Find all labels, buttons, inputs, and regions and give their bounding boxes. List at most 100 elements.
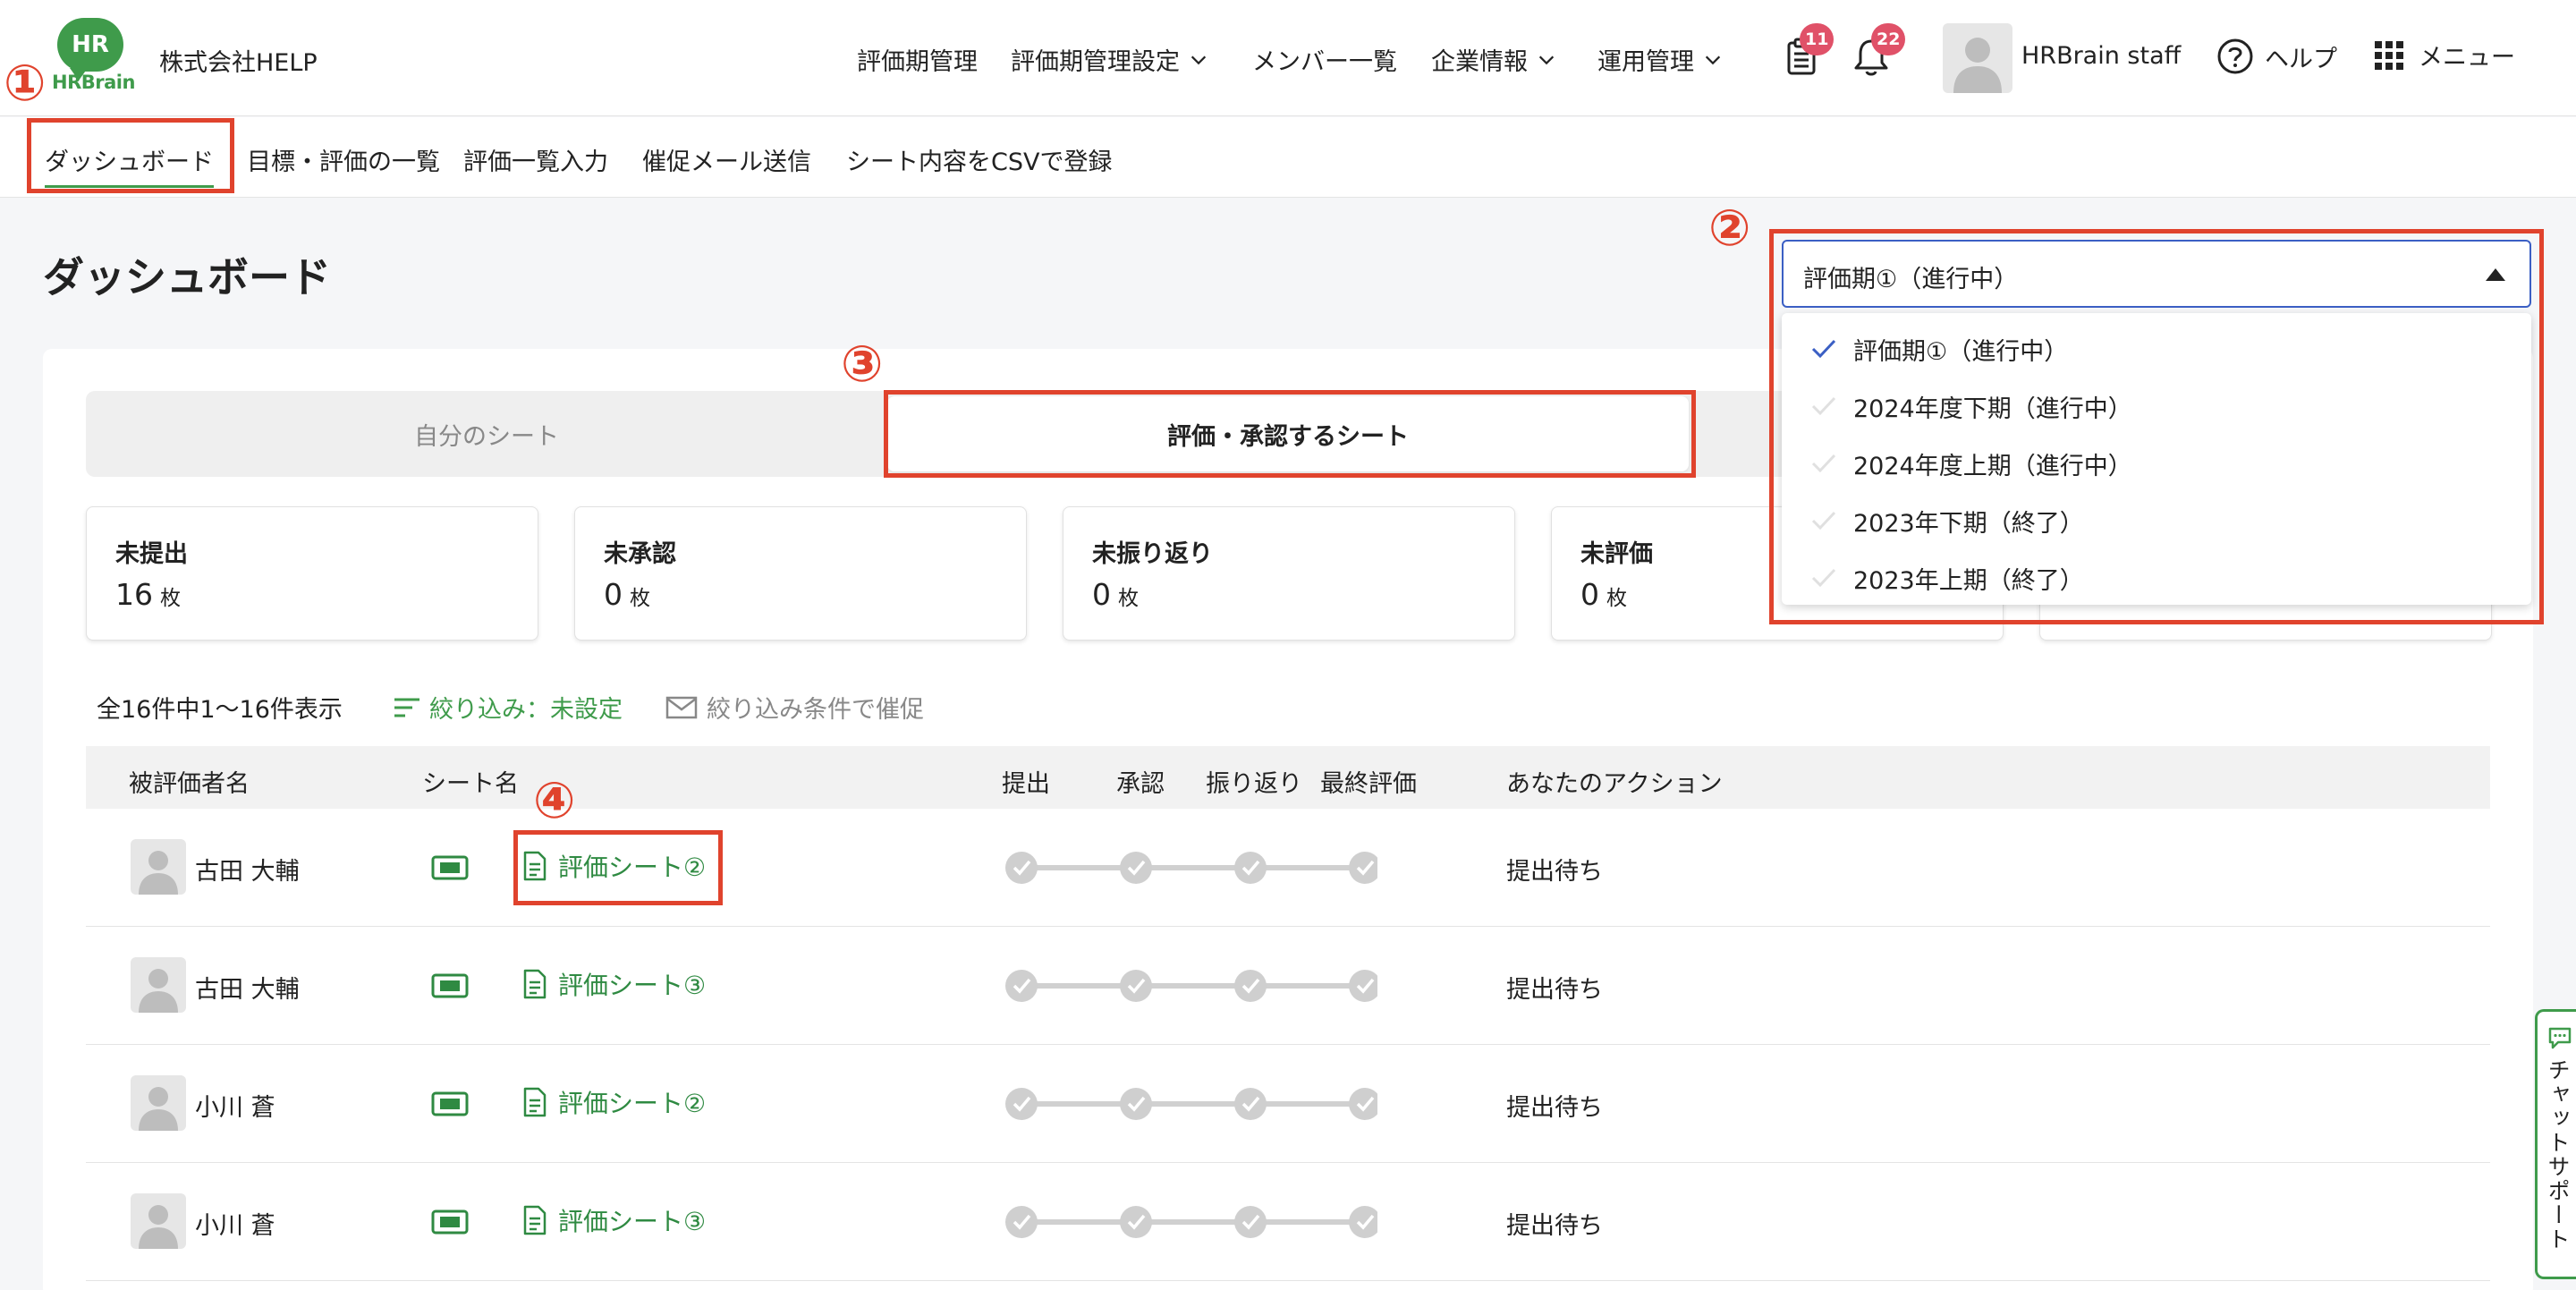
annotation-number-2: ② xyxy=(1708,199,1751,258)
stat-card-unsubmitted[interactable]: 未提出 16 枚 xyxy=(86,506,538,641)
step-check-icon xyxy=(1234,1206,1267,1238)
step-check-icon xyxy=(1005,1088,1038,1120)
your-action: 提出待ち xyxy=(1506,1212,1603,1240)
stat-unit: 枚 xyxy=(1606,587,1627,610)
grid-menu-icon xyxy=(2375,40,2403,70)
sheet-link[interactable]: 評価シート③ xyxy=(522,966,706,1002)
step-check-icon xyxy=(1120,1088,1152,1120)
annotation-number-1: ① xyxy=(4,55,47,113)
sheet-link[interactable]: 評価シート② xyxy=(522,1084,706,1120)
nav-label: メンバー一覧 xyxy=(1252,48,1397,76)
th-your-action: あなたのアクション xyxy=(1506,770,1723,798)
step-check-icon xyxy=(1120,970,1152,1002)
avatar xyxy=(131,1193,186,1249)
remind-label: 絞り込み条件で催促 xyxy=(707,696,924,724)
sheet-status-icon xyxy=(431,855,469,880)
chevron-down-icon xyxy=(1705,55,1721,64)
step-check-icon xyxy=(1234,1088,1267,1120)
sub-navigation: ダッシュボード 目標・評価の一覧 評価一覧入力 催促メール送信 シート内容をCS… xyxy=(0,117,2576,198)
company-name: 株式会社HELP xyxy=(159,49,318,77)
nav-evaluation-settings[interactable]: 評価期管理設定 xyxy=(1011,42,1208,77)
table-row[interactable]: 古田 大輔 評価シート③ 提出待ち xyxy=(86,927,2490,1045)
remind-filtered-button[interactable]: 絞り込み条件で催促 xyxy=(665,690,924,725)
nav-label: 評価期管理 xyxy=(857,48,978,76)
stat-card-unapproved[interactable]: 未承認 0枚 xyxy=(574,506,1027,641)
sheet-name: 評価シート③ xyxy=(558,971,707,1000)
stat-count: 0 xyxy=(604,577,623,612)
evaluatee-name: 小川 蒼 xyxy=(195,1212,275,1240)
step-check-icon xyxy=(1234,970,1267,1002)
step-check-icon xyxy=(1349,1206,1377,1238)
nav-company-info[interactable]: 企業情報 xyxy=(1431,42,1556,77)
nav-label: 運用管理 xyxy=(1597,48,1694,76)
sheet-name: 評価シート② xyxy=(558,1089,707,1118)
th-evaluatee: 被評価者名 xyxy=(129,770,250,798)
sheet-name: 評価シート③ xyxy=(558,1207,707,1236)
your-action: 提出待ち xyxy=(1506,858,1603,886)
stat-count: 0 xyxy=(1580,577,1599,612)
chevron-down-icon xyxy=(1538,55,1555,64)
notification-count-badge: 22 xyxy=(1871,23,1906,55)
step-check-icon xyxy=(1120,1206,1152,1238)
chat-support-label: チャットサポート xyxy=(2545,1058,2571,1252)
menu-button[interactable]: メニュー xyxy=(2374,38,2515,72)
user-avatar[interactable] xyxy=(1943,23,2012,93)
subnav-evaluation-input[interactable]: 評価一覧入力 xyxy=(463,142,608,177)
chevron-down-icon xyxy=(1191,55,1207,64)
step-check-icon xyxy=(1349,970,1377,1002)
subnav-goal-evaluation-list[interactable]: 目標・評価の一覧 xyxy=(247,142,440,177)
nav-evaluation-period[interactable]: 評価期管理 xyxy=(857,42,978,77)
subnav-csv-import[interactable]: シート内容をCSVで登録 xyxy=(846,142,1112,177)
sheet-link[interactable]: 評価シート③ xyxy=(522,1202,706,1238)
document-icon xyxy=(523,969,547,999)
subnav-reminder-email[interactable]: 催促メール送信 xyxy=(642,142,811,177)
progress-steps xyxy=(1005,1088,1377,1120)
avatar xyxy=(131,839,186,895)
stat-card-unreviewed[interactable]: 未振り返り 0枚 xyxy=(1063,506,1515,641)
annotation-box-4 xyxy=(513,830,723,905)
document-icon xyxy=(523,1205,547,1235)
stat-unit: 枚 xyxy=(1118,587,1139,610)
annotation-number-3: ③ xyxy=(841,335,884,394)
mail-icon xyxy=(665,696,698,718)
user-name[interactable]: HRBrain staff xyxy=(2021,42,2181,70)
your-action: 提出待ち xyxy=(1506,1094,1603,1122)
filter-button[interactable]: 絞り込み：未設定 xyxy=(394,690,623,725)
table-row[interactable]: 小川 蒼 評価シート③ 提出待ち xyxy=(86,1163,2490,1281)
avatar xyxy=(131,957,186,1013)
hrbrain-logo[interactable]: HR HRBrain xyxy=(52,18,135,97)
step-check-icon xyxy=(1120,852,1152,884)
nav-member-list[interactable]: メンバー一覧 xyxy=(1252,42,1397,77)
help-label: ヘルプ xyxy=(2265,45,2337,73)
person-silhouette-icon xyxy=(139,1087,178,1131)
table-row[interactable]: 小川 蒼 評価シート② 提出待ち xyxy=(86,1045,2490,1163)
stat-unit: 枚 xyxy=(160,587,181,610)
nav-operations[interactable]: 運用管理 xyxy=(1597,42,1723,77)
chat-support-tab[interactable]: チャットサポート xyxy=(2535,1009,2576,1279)
table-row[interactable]: 古田 大輔 評価シート② 提出待ち xyxy=(86,809,2490,927)
sheet-status-icon xyxy=(431,1209,469,1235)
evaluatee-name: 古田 大輔 xyxy=(195,858,300,886)
help-button[interactable]: ヘルプ xyxy=(2216,38,2337,75)
th-submit: 提出 xyxy=(1002,770,1050,798)
annotation-box-3 xyxy=(884,390,1696,478)
chat-bubble-icon xyxy=(2548,1027,2572,1049)
step-check-icon xyxy=(1349,852,1377,884)
sheet-status-icon xyxy=(431,973,469,998)
table-header: 被評価者名 シート名 提出 承認 振り返り 最終評価 あなたのアクション xyxy=(86,746,2490,809)
stat-value: 0枚 xyxy=(1092,577,1139,612)
step-check-icon xyxy=(1234,852,1267,884)
stat-count: 0 xyxy=(1092,577,1111,612)
tab-own-sheets[interactable]: 自分のシート xyxy=(86,391,887,477)
stat-value: 0枚 xyxy=(1580,577,1627,612)
document-icon xyxy=(523,1087,547,1117)
stat-count: 16 xyxy=(115,577,153,612)
evaluatee-name: 小川 蒼 xyxy=(195,1094,275,1122)
th-approve: 承認 xyxy=(1116,770,1165,798)
progress-steps xyxy=(1005,970,1377,1002)
page-title: ダッシュボード xyxy=(43,253,331,301)
th-sheet: シート名 xyxy=(422,770,519,798)
step-check-icon xyxy=(1005,852,1038,884)
avatar xyxy=(131,1075,186,1131)
nav-label: 企業情報 xyxy=(1431,48,1528,76)
